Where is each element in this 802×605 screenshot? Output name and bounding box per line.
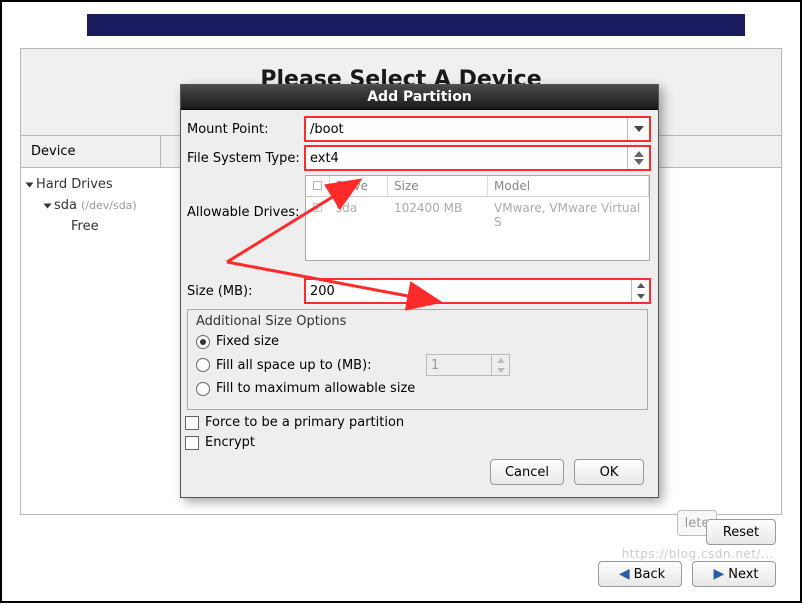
size-label: Size (MB): [185, 284, 305, 299]
button-label: Next [728, 567, 758, 582]
drive-size: 102400 MB [388, 197, 488, 233]
col-check: ☐ [306, 176, 330, 196]
size-value: 200 [310, 284, 335, 299]
allowable-drives-label: Allowable Drives: [185, 175, 305, 220]
next-button[interactable]: ▶ Next [692, 561, 776, 587]
col-device: Device [21, 136, 161, 167]
encrypt-check[interactable]: Encrypt [185, 435, 650, 450]
button-label: Cancel [505, 465, 549, 480]
mount-point-label: Mount Point: [185, 122, 305, 137]
cancel-button[interactable]: Cancel [490, 459, 564, 485]
ok-button[interactable]: OK [574, 459, 644, 485]
fs-type-value: ext4 [310, 151, 339, 166]
button-label: Reset [723, 525, 759, 540]
mount-point-combo[interactable]: /boot [305, 117, 650, 141]
arrow-right-icon: ▶ [713, 566, 724, 582]
fs-type-combo[interactable]: ext4 [305, 146, 650, 170]
fill-upto-value: 1 [431, 358, 439, 373]
tree-label: Free [71, 219, 99, 234]
wizard-nav: ◀ Back ▶ Next [598, 561, 776, 587]
drive-name: sda [330, 197, 388, 233]
button-label: OK [600, 465, 619, 480]
radio-icon[interactable] [196, 382, 210, 396]
watermark: https://blog.csdn.net/... [622, 547, 774, 561]
col-size: Size [388, 176, 488, 196]
add-partition-dialog: Add Partition Mount Point: /boot File Sy… [180, 84, 659, 498]
mount-point-value: /boot [310, 122, 344, 137]
col-drive: Drive [330, 176, 388, 196]
tree-label: Hard Drives [36, 177, 113, 192]
radio-icon[interactable] [196, 335, 210, 349]
fill-upto-input: 1 [426, 354, 510, 376]
drive-row[interactable]: ☑ sda 102400 MB VMware, VMware Virtual S [306, 197, 649, 233]
updown-icon[interactable] [627, 147, 649, 169]
spinner-icon [491, 355, 509, 375]
drives-header: ☐ Drive Size Model [306, 176, 649, 197]
opt-fixed-size[interactable]: Fixed size [196, 334, 639, 349]
drive-checkbox[interactable]: ☑ [306, 197, 330, 233]
radio-icon[interactable] [196, 358, 210, 372]
arrow-left-icon: ◀ [619, 566, 630, 582]
check-label: Force to be a primary partition [205, 415, 404, 430]
chevron-down-icon [44, 203, 52, 208]
checkbox-icon[interactable] [185, 416, 199, 430]
button-label: Back [634, 567, 666, 582]
fs-type-label: File System Type: [185, 151, 305, 166]
back-button[interactable]: ◀ Back [598, 561, 682, 587]
col-model: Model [488, 176, 649, 196]
allowable-drives-list[interactable]: ☐ Drive Size Model ☑ sda 102400 MB VMwar… [305, 175, 650, 261]
chevron-down-icon[interactable] [627, 118, 649, 140]
drive-model: VMware, VMware Virtual S [488, 197, 649, 233]
chevron-down-icon [26, 182, 34, 187]
additional-size-options: Additional Size Options Fixed size Fill … [187, 309, 648, 410]
opt-fill-max[interactable]: Fill to maximum allowable size [196, 381, 639, 396]
tree-label: sda [54, 198, 77, 213]
header-stripe [87, 14, 745, 36]
radio-label: Fill all space up to (MB): [216, 358, 420, 373]
radio-label: Fixed size [216, 334, 279, 349]
check-label: Encrypt [205, 435, 255, 450]
opt-fill-upto[interactable]: Fill all space up to (MB): 1 [196, 354, 639, 376]
checkbox-icon[interactable] [185, 436, 199, 450]
radio-label: Fill to maximum allowable size [216, 381, 415, 396]
force-primary-check[interactable]: Force to be a primary partition [185, 415, 650, 430]
dialog-title: Add Partition [181, 85, 658, 110]
size-input[interactable]: 200 [305, 279, 650, 303]
reset-button[interactable]: Reset [706, 519, 776, 545]
fieldset-title: Additional Size Options [196, 314, 639, 329]
spinner-icon[interactable] [631, 280, 649, 302]
device-path: (/dev/sda) [81, 199, 137, 212]
